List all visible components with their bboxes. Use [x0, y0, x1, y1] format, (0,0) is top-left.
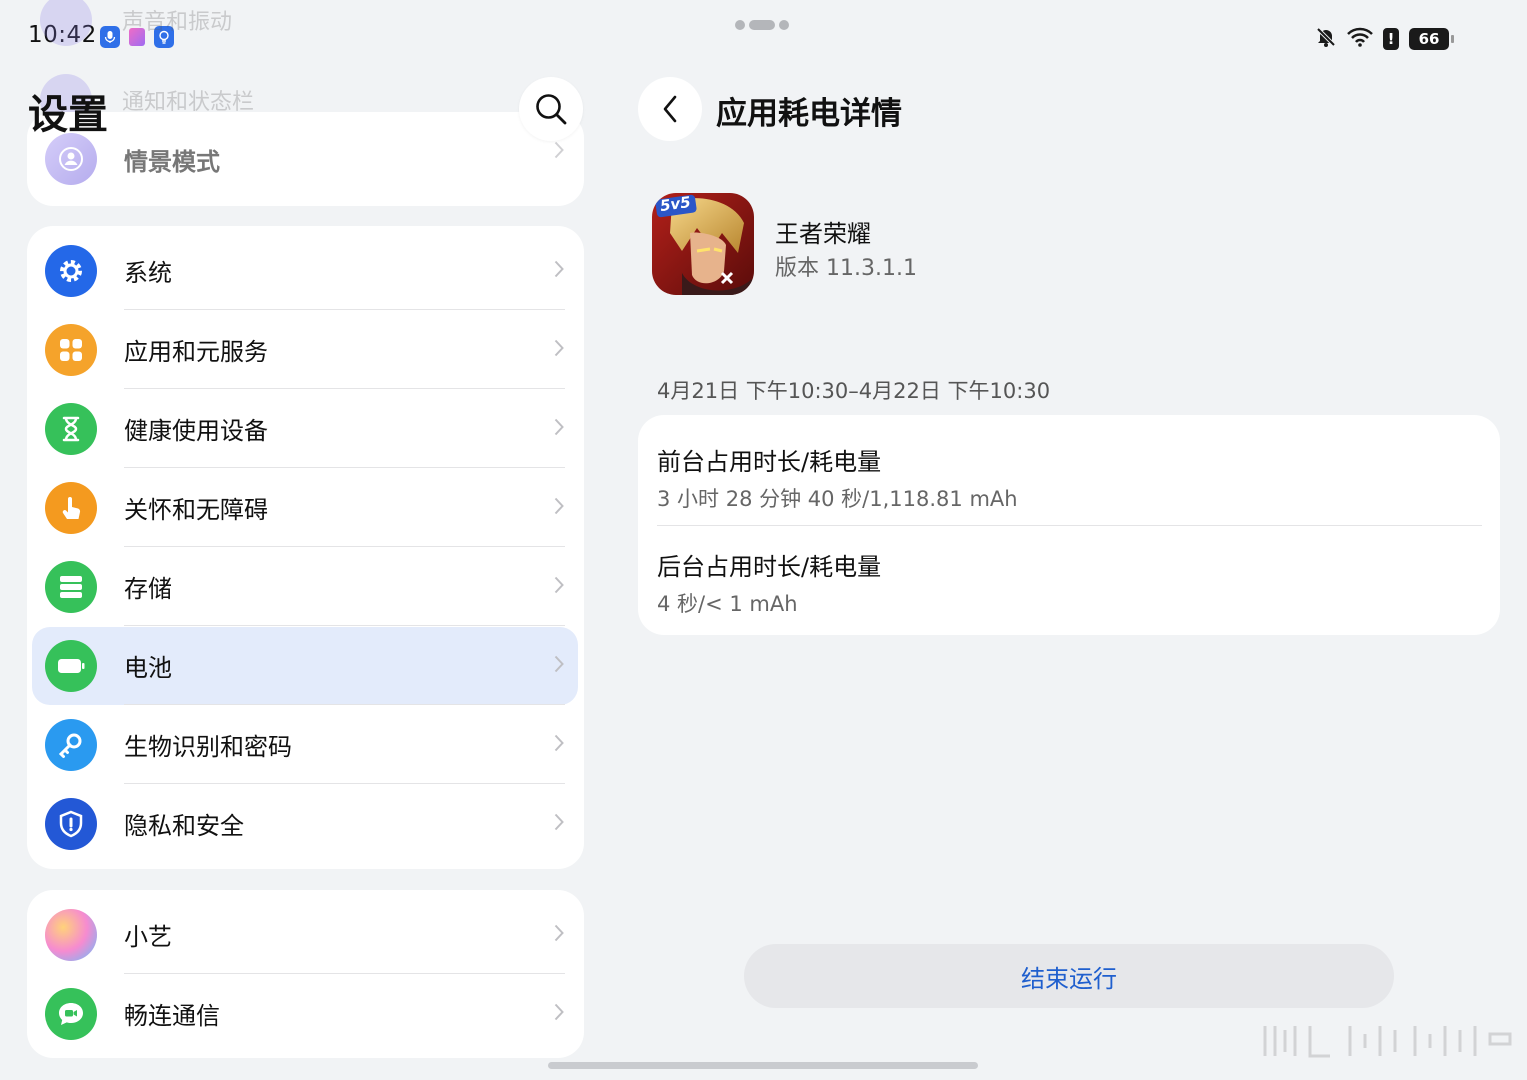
settings-item-meetime[interactable]: 畅连通信 — [27, 974, 584, 1053]
chevron-right-icon — [554, 576, 564, 598]
search-button[interactable] — [519, 77, 583, 141]
background-usage: 后台占用时长/耗电量 4 秒/< 1 mAh — [657, 547, 881, 618]
detail-title: 应用耗电详情 — [716, 96, 902, 132]
profile-icon — [45, 133, 97, 185]
chevron-right-icon — [554, 141, 564, 163]
app-version: 版本 11.3.1.1 — [775, 256, 917, 281]
settings-item-label: 小艺 — [124, 923, 172, 951]
faded-item: 声音和振动 — [122, 10, 233, 35]
settings-item-scene-mode[interactable]: 情景模式 — [27, 112, 584, 206]
alert-icon: ! — [1383, 28, 1399, 50]
celia-icon — [45, 908, 97, 961]
settings-item-label: 电池 — [124, 654, 172, 682]
usage-card: 前台占用时长/耗电量 3 小时 28 分钟 40 秒/1,118.81 mAh … — [638, 415, 1500, 635]
settings-item-storage[interactable]: 存储 — [27, 547, 584, 626]
chevron-right-icon — [554, 260, 564, 282]
storage-icon — [45, 560, 97, 613]
bell-off-icon — [1315, 26, 1337, 52]
search-icon — [536, 94, 567, 125]
app-name: 王者荣耀 — [775, 220, 871, 248]
chevron-right-icon — [554, 734, 564, 756]
settings-item-label: 关怀和无障碍 — [124, 496, 268, 524]
chevron-right-icon — [554, 1003, 564, 1025]
watermark — [1255, 1020, 1515, 1068]
battery-icon — [45, 639, 97, 692]
home-indicator[interactable] — [548, 1062, 978, 1069]
settings-item-biometrics[interactable]: 生物识别和密码 — [27, 705, 584, 784]
chevron-right-icon — [554, 497, 564, 519]
time-range: 4月21日 下午10:30–4月22日 下午10:30 — [657, 379, 1051, 403]
settings-item-label: 存储 — [124, 575, 172, 603]
settings-item-label: 应用和元服务 — [124, 338, 268, 366]
settings-item-label: 情景模式 — [124, 147, 220, 176]
foreground-label: 前台占用时长/耗电量 — [657, 448, 882, 476]
end-running-button[interactable]: 结束运行 — [744, 944, 1394, 1008]
settings-item-celia[interactable]: 小艺 — [27, 895, 584, 974]
settings-item-digital-balance[interactable]: 健康使用设备 — [27, 389, 584, 468]
multiwindow-handle[interactable] — [735, 20, 789, 30]
message-video-icon — [45, 987, 97, 1040]
settings-item-label: 系统 — [124, 259, 172, 287]
back-button[interactable] — [638, 77, 702, 141]
settings-item-system[interactable]: 系统 — [27, 231, 584, 310]
settings-card-main: 系统 应用和元服务 健康使用设备 关怀和无障碍 存储 电池 生物识别和密码 隐私… — [27, 226, 584, 869]
background-label: 后台占用时长/耗电量 — [657, 553, 882, 581]
settings-item-label: 健康使用设备 — [124, 417, 268, 445]
foreground-usage: 前台占用时长/耗电量 3 小时 28 分钟 40 秒/1,118.81 mAh — [657, 442, 1018, 513]
chevron-right-icon — [554, 339, 564, 361]
hand-pointer-icon — [45, 481, 97, 534]
settings-item-accessibility[interactable]: 关怀和无障碍 — [27, 468, 584, 547]
foreground-value: 3 小时 28 分钟 40 秒/1,118.81 mAh — [657, 487, 1018, 511]
settings-card-top: 情景模式 — [27, 112, 584, 206]
chevron-right-icon — [554, 655, 564, 677]
settings-item-label: 生物识别和密码 — [124, 733, 292, 761]
shield-icon — [45, 797, 97, 850]
wifi-icon — [1347, 27, 1373, 51]
settings-item-apps[interactable]: 应用和元服务 — [27, 310, 584, 389]
background-value: 4 秒/< 1 mAh — [657, 592, 798, 616]
settings-card-bottom: 小艺 畅连通信 — [27, 890, 584, 1058]
settings-item-label: 畅连通信 — [124, 1002, 220, 1030]
chevron-right-icon — [554, 813, 564, 835]
chevron-right-icon — [554, 418, 564, 440]
battery-level: 66 — [1409, 28, 1454, 50]
settings-item-privacy[interactable]: 隐私和安全 — [27, 784, 584, 863]
chevron-left-icon — [663, 95, 677, 123]
settings-item-label: 隐私和安全 — [124, 812, 244, 840]
status-right-icons: ! 66 — [1315, 26, 1454, 52]
gear-icon — [45, 244, 97, 297]
hourglass-icon — [45, 402, 97, 455]
app-icon: 5v5 — [652, 193, 754, 295]
settings-item-battery[interactable]: 电池 — [27, 626, 584, 705]
page-title: 设置 — [28, 92, 108, 138]
chevron-right-icon — [554, 924, 564, 946]
key-icon — [45, 718, 97, 771]
apps-grid-icon — [45, 323, 97, 376]
